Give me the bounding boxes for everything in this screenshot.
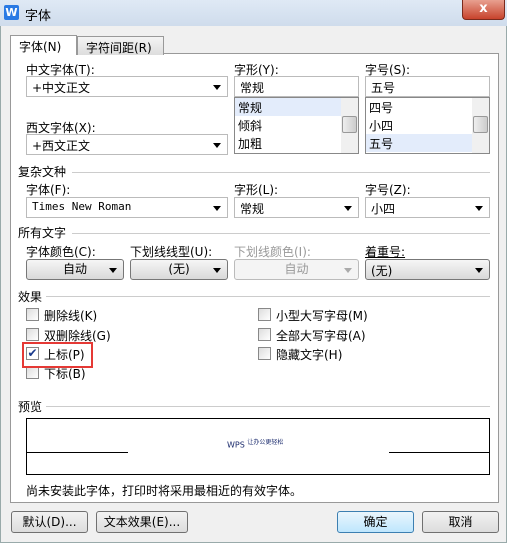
checkbox-label: 小型大写字母(M): [276, 309, 368, 323]
baseline: [27, 452, 128, 453]
checkbox-box[interactable]: [258, 347, 271, 360]
underline-color-label: 下划线颜色(I):: [234, 245, 311, 259]
underline-style-label: 下划线线型(U):: [130, 245, 213, 259]
tab-character-spacing[interactable]: 字符间距(R): [77, 36, 164, 55]
highlight-box: [22, 342, 93, 368]
chevron-down-icon: [213, 206, 221, 211]
list-item[interactable]: 常规: [235, 98, 358, 116]
complex-font-value: Times New Roman: [32, 200, 132, 213]
divider: [72, 233, 490, 234]
complex-font-label: 字体(F):: [26, 183, 71, 197]
checkbox-box[interactable]: [258, 328, 271, 341]
divider: [46, 296, 490, 297]
scrollbar[interactable]: [472, 98, 489, 153]
complex-font-combo[interactable]: Times New Roman: [26, 197, 228, 218]
complex-section-title: 复杂文种: [18, 165, 67, 179]
chevron-down-icon: [344, 268, 352, 273]
font-size-list[interactable]: 四号 小四 五号: [365, 97, 490, 154]
chevron-down-icon: [475, 268, 483, 273]
ok-button[interactable]: 确定: [337, 511, 414, 533]
default-button[interactable]: 默认(D)...: [11, 511, 88, 533]
western-font-combo[interactable]: +西文正文: [26, 134, 228, 155]
checkbox-label: 全部大写字母(A): [276, 329, 366, 343]
title-bar: W 字体 x: [0, 0, 507, 26]
scrollbar[interactable]: [341, 98, 358, 153]
preview-section-title: 预览: [18, 400, 43, 414]
checkbox-box[interactable]: [26, 308, 39, 321]
scrollbar-thumb[interactable]: [473, 116, 488, 133]
font-style-input[interactable]: 常规: [234, 76, 359, 97]
checkbox-label: 删除线(K): [44, 309, 98, 323]
font-style-list[interactable]: 常规 倾斜 加粗: [234, 97, 359, 154]
checkbox-label: 隐藏文字(H): [276, 348, 343, 362]
wps-writer-icon: W: [4, 5, 19, 20]
checkbox-box[interactable]: [26, 328, 39, 341]
list-item[interactable]: 加粗: [235, 134, 358, 152]
chinese-font-combo[interactable]: +中文正文: [26, 76, 228, 97]
chevron-down-icon: [475, 206, 483, 211]
preview-box: WPS 让办公更轻松: [26, 418, 490, 475]
window-title: 字体: [25, 9, 52, 24]
list-item[interactable]: 倾斜: [235, 116, 358, 134]
underline-color-value: 自动: [284, 262, 309, 276]
cancel-button[interactable]: 取消: [422, 511, 499, 533]
chevron-down-icon: [213, 268, 221, 273]
list-item[interactable]: 五号: [366, 134, 489, 152]
divider: [72, 172, 490, 173]
chinese-font-value: +中文正文: [32, 81, 91, 95]
emphasis-combo[interactable]: (无): [365, 259, 490, 280]
checkbox-box[interactable]: [258, 308, 271, 321]
baseline: [389, 452, 490, 453]
complex-size-combo[interactable]: 小四: [365, 197, 490, 218]
tab-font[interactable]: 字体(N): [10, 35, 77, 55]
scrollbar-thumb[interactable]: [342, 116, 357, 133]
underline-style-value: (无): [168, 262, 190, 276]
emphasis-value: (无): [371, 264, 393, 278]
underline-style-button[interactable]: (无): [130, 259, 228, 280]
complex-size-label: 字号(Z):: [365, 183, 411, 197]
complex-style-combo[interactable]: 常规: [234, 197, 359, 218]
underline-color-button: 自动: [234, 259, 359, 280]
chevron-down-icon: [213, 143, 221, 148]
complex-size-value: 小四: [371, 202, 396, 216]
list-item[interactable]: 小四: [366, 116, 489, 134]
font-color-button[interactable]: 自动: [26, 259, 124, 280]
font-size-input[interactable]: 五号: [365, 76, 490, 97]
font-warning-note: 尚未安装此字体，打印时将采用最相近的有效字体。: [26, 484, 303, 498]
preview-main-text: WPS: [227, 440, 245, 450]
preview-text: WPS 让办公更轻松: [227, 437, 283, 450]
all-text-section-title: 所有文字: [18, 226, 67, 240]
chevron-down-icon: [109, 268, 117, 273]
divider: [46, 406, 490, 407]
complex-style-label: 字形(L):: [234, 183, 279, 197]
chevron-down-icon: [344, 206, 352, 211]
font-color-label: 字体颜色(C):: [26, 245, 96, 259]
font-color-value: 自动: [62, 262, 87, 276]
text-effects-button[interactable]: 文本效果(E)...: [96, 511, 188, 533]
effects-section-title: 效果: [18, 290, 43, 304]
close-button[interactable]: x: [462, 0, 505, 20]
preview-superscript-text: 让办公更轻松: [247, 439, 284, 446]
emphasis-label: 着重号:: [365, 245, 406, 259]
chevron-down-icon: [213, 85, 221, 90]
complex-style-value: 常规: [240, 202, 265, 216]
list-item[interactable]: 四号: [366, 98, 489, 116]
western-font-value: +西文正文: [32, 139, 91, 153]
